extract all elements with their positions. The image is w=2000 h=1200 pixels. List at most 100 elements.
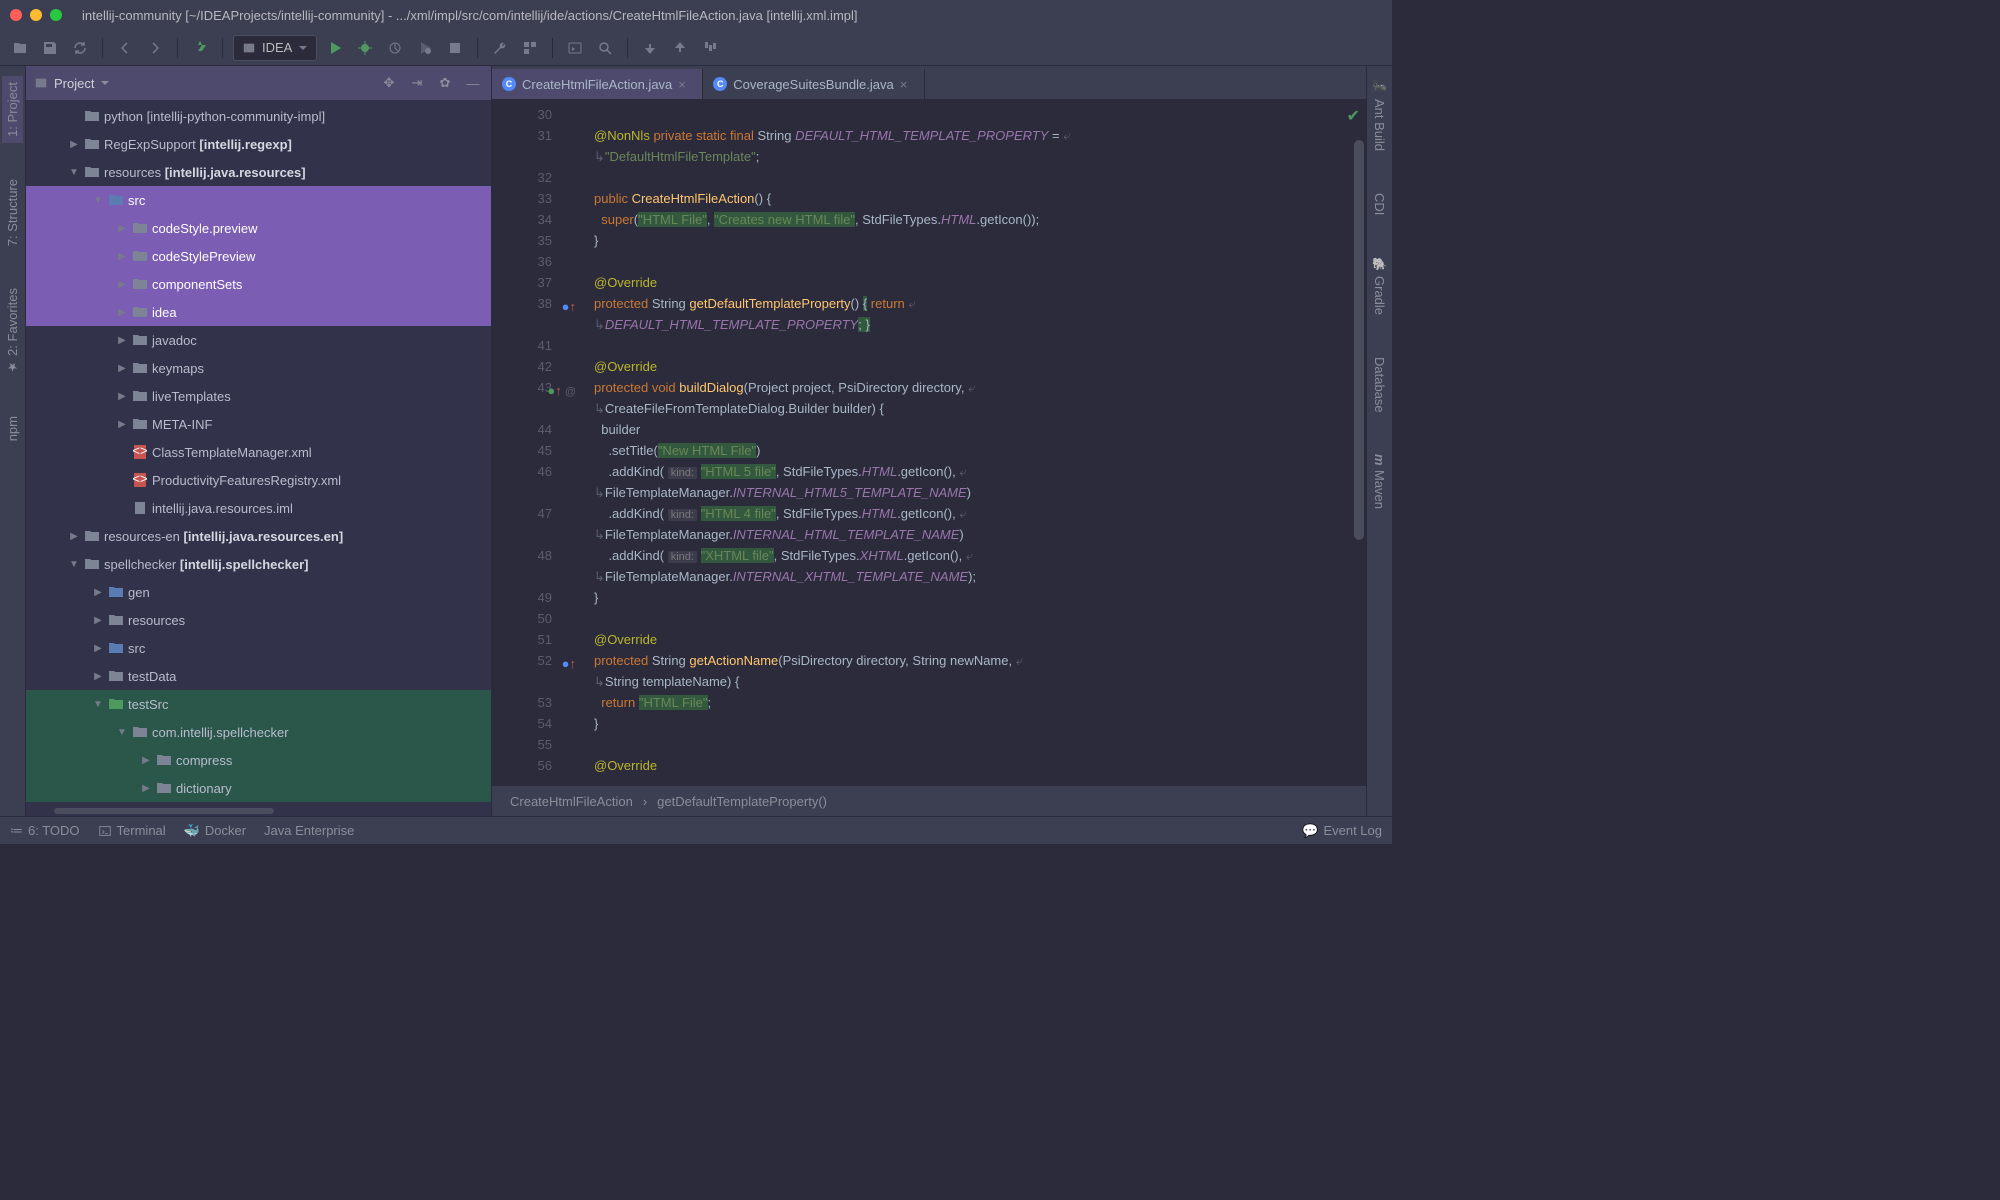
tool-tab-npm[interactable]: npm	[2, 410, 23, 447]
gutter-line[interactable]: 52●↑	[492, 650, 580, 671]
tree-row[interactable]: ▼spellchecker [intellij.spellchecker]	[26, 550, 491, 578]
tree-row[interactable]: intellij.java.resources.iml	[26, 494, 491, 522]
expand-arrow-icon[interactable]: ▶	[116, 334, 128, 346]
tree-row[interactable]: ▶gen	[26, 578, 491, 606]
breadcrumb[interactable]: CreateHtmlFileAction › getDefaultTemplat…	[492, 786, 1366, 816]
tree-row[interactable]: ▶codeStyle.preview	[26, 214, 491, 242]
maximize-window[interactable]	[50, 9, 62, 21]
tool-tab-gradle[interactable]: 🐘 Gradle	[1369, 251, 1390, 321]
breadcrumb-class[interactable]: CreateHtmlFileAction	[510, 794, 633, 809]
gutter-line[interactable]: 53	[492, 692, 580, 713]
editor-v-scrollbar[interactable]	[1354, 140, 1364, 780]
gutter-line[interactable]	[492, 146, 580, 167]
tree-row[interactable]: ▼src	[26, 186, 491, 214]
code-area[interactable]: ✔ 303132333435363738●↑414243●↑ @44454647…	[492, 100, 1366, 786]
expand-arrow-icon[interactable]: ▶	[116, 306, 128, 318]
run-icon[interactable]	[323, 36, 347, 60]
tool-tab-structure[interactable]: 7: Structure	[2, 173, 23, 252]
expand-arrow-icon[interactable]: ▼	[68, 166, 80, 178]
expand-arrow-icon[interactable]: ▶	[140, 782, 152, 794]
gutter-line[interactable]	[492, 566, 580, 587]
status-java-enterprise[interactable]: Java Enterprise	[264, 823, 354, 838]
forward-icon[interactable]	[143, 36, 167, 60]
tree-row[interactable]: ▼resources [intellij.java.resources]	[26, 158, 491, 186]
gutter-line[interactable]: 54	[492, 713, 580, 734]
stop-icon[interactable]	[443, 36, 467, 60]
tool-tab-project[interactable]: 1: Project	[2, 76, 23, 143]
status-terminal[interactable]: Terminal	[98, 823, 166, 838]
project-panel-title[interactable]: Project	[34, 76, 371, 91]
tree-row[interactable]: <>ProductivityFeaturesRegistry.xml	[26, 466, 491, 494]
tree-row[interactable]: ▼testSrc	[26, 690, 491, 718]
build-icon[interactable]	[188, 36, 212, 60]
gutter-line[interactable]: 48	[492, 545, 580, 566]
expand-arrow-icon[interactable]: ▶	[116, 390, 128, 402]
expand-arrow-icon[interactable]: ▶	[116, 250, 128, 262]
gutter-line[interactable]: 42	[492, 356, 580, 377]
sync-icon[interactable]	[68, 36, 92, 60]
gutter-line[interactable]	[492, 314, 580, 335]
tree-row[interactable]: ▶codeStylePreview	[26, 242, 491, 270]
project-tree[interactable]: python [intellij-python-community-impl]▶…	[26, 100, 491, 806]
expand-arrow-icon[interactable]	[116, 474, 128, 486]
gutter-line[interactable]: 34	[492, 209, 580, 230]
tree-row[interactable]: ▶compress	[26, 746, 491, 774]
expand-arrow-icon[interactable]: ▶	[92, 614, 104, 626]
gutter-line[interactable]: 36	[492, 251, 580, 272]
gutter[interactable]: 303132333435363738●↑414243●↑ @4445464748…	[492, 100, 580, 786]
editor-tab[interactable]: CCreateHtmlFileAction.java×	[492, 69, 703, 99]
profile-icon[interactable]	[413, 36, 437, 60]
structure-icon[interactable]	[518, 36, 542, 60]
expand-arrow-icon[interactable]: ▶	[116, 278, 128, 290]
gear-icon[interactable]: ✿	[435, 75, 455, 91]
minimize-window[interactable]	[30, 9, 42, 21]
gutter-line[interactable]: 44	[492, 419, 580, 440]
gutter-line[interactable]: 37	[492, 272, 580, 293]
status-event-log[interactable]: 💬 Event Log	[1302, 823, 1382, 839]
tool-tab-ant[interactable]: 🐜 Ant Build	[1369, 74, 1390, 157]
gutter-line[interactable]: 55	[492, 734, 580, 755]
tree-row[interactable]: ▶liveTemplates	[26, 382, 491, 410]
gutter-line[interactable]: 47	[492, 503, 580, 524]
run-config-combo[interactable]: IDEA	[233, 35, 317, 61]
tool-tab-cdi[interactable]: CDI	[1369, 187, 1390, 221]
tree-row[interactable]: ▶RegExpSupport [intellij.regexp]	[26, 130, 491, 158]
expand-arrow-icon[interactable]: ▼	[116, 726, 128, 738]
save-icon[interactable]	[38, 36, 62, 60]
close-tab-icon[interactable]: ×	[900, 77, 914, 92]
expand-arrow-icon[interactable]: ▶	[92, 670, 104, 682]
code-content[interactable]: @NonNls private static final String DEFA…	[580, 100, 1366, 786]
tree-row[interactable]: ▶dictionary	[26, 774, 491, 802]
expand-arrow-icon[interactable]: ▼	[92, 194, 104, 206]
tree-row[interactable]: ▶testData	[26, 662, 491, 690]
gutter-line[interactable]: 43●↑ @	[492, 377, 580, 398]
tree-row[interactable]: <>ClassTemplateManager.xml	[26, 438, 491, 466]
status-docker[interactable]: 🐳 Docker	[184, 823, 246, 839]
gutter-line[interactable]: 46	[492, 461, 580, 482]
gutter-line[interactable]: 51	[492, 629, 580, 650]
expand-arrow-icon[interactable]: ▶	[92, 642, 104, 654]
expand-arrow-icon[interactable]: ▶	[116, 222, 128, 234]
coverage-icon[interactable]	[383, 36, 407, 60]
tool-tab-favorites[interactable]: ★ 2: Favorites	[2, 282, 23, 380]
collapse-icon[interactable]: ⇥	[407, 75, 427, 91]
tree-row[interactable]: ▶idea	[26, 298, 491, 326]
hide-icon[interactable]: —	[463, 76, 483, 91]
gutter-line[interactable]	[492, 524, 580, 545]
editor-tab[interactable]: CCoverageSuitesBundle.java×	[703, 69, 924, 99]
status-todo[interactable]: ≔ 6: TODO	[10, 823, 80, 839]
breadcrumb-method[interactable]: getDefaultTemplateProperty()	[657, 794, 827, 809]
open-icon[interactable]	[8, 36, 32, 60]
gutter-line[interactable]: 56	[492, 755, 580, 776]
tree-row[interactable]: ▶keymaps	[26, 354, 491, 382]
tree-row[interactable]: ▶componentSets	[26, 270, 491, 298]
gutter-line[interactable]: 45	[492, 440, 580, 461]
wrench-icon[interactable]	[488, 36, 512, 60]
vcs-commit-icon[interactable]	[668, 36, 692, 60]
tree-row[interactable]: ▼com.intellij.spellchecker	[26, 718, 491, 746]
tool-tab-database[interactable]: Database	[1369, 351, 1390, 419]
gutter-line[interactable]: 41	[492, 335, 580, 356]
tree-row[interactable]: python [intellij-python-community-impl]	[26, 102, 491, 130]
close-tab-icon[interactable]: ×	[678, 77, 692, 92]
tree-row[interactable]: ▶src	[26, 634, 491, 662]
